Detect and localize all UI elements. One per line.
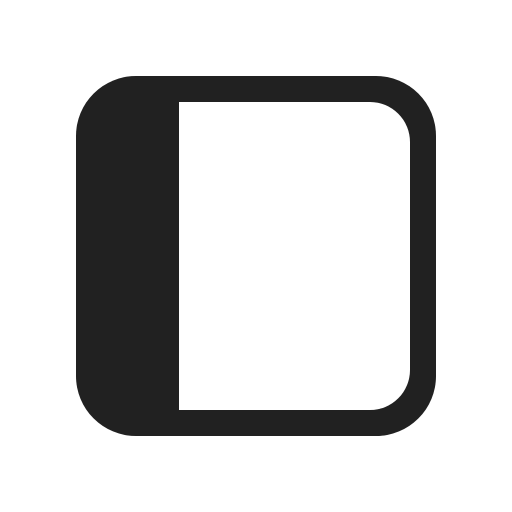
icon-canvas bbox=[0, 0, 512, 512]
panel-content-area bbox=[179, 102, 410, 410]
sidebar-panel-left-icon bbox=[0, 0, 512, 512]
